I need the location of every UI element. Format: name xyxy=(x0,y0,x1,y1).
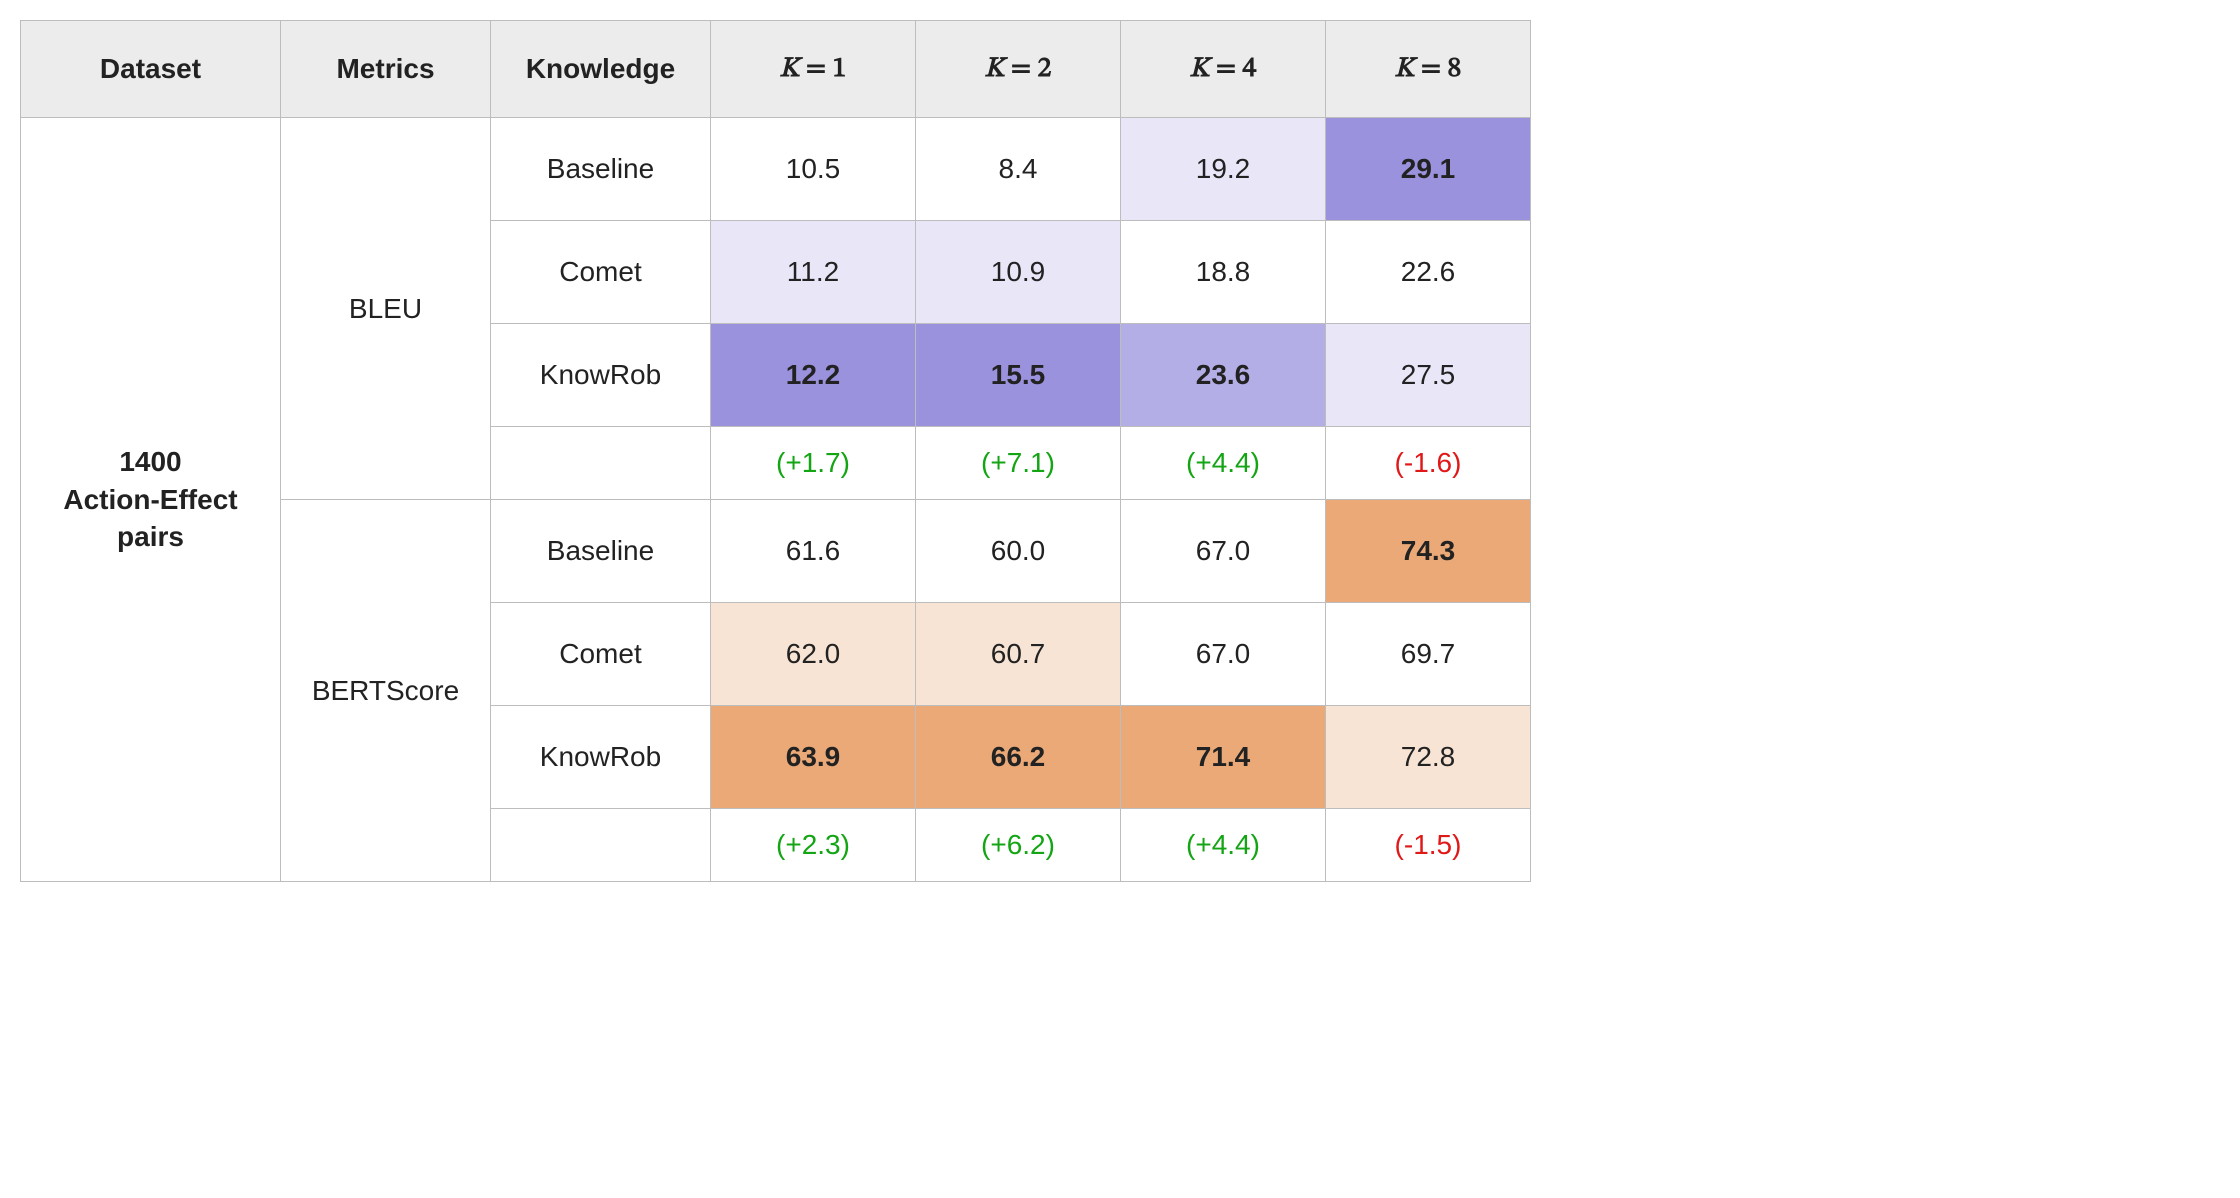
bert-delta-empty-knowledge xyxy=(491,809,711,882)
bleu-comet-k2: 10.9 xyxy=(916,221,1121,324)
col-dataset: Dataset xyxy=(21,21,281,118)
knowledge-comet: Comet xyxy=(491,603,711,706)
bert-delta-k4: (+4.4) xyxy=(1121,809,1326,882)
bert-comet-k1: 62.0 xyxy=(711,603,916,706)
bleu-knowrob-k2: 15.5 xyxy=(916,324,1121,427)
dataset-line2: Action-Effect xyxy=(63,484,237,515)
knowledge-knowrob: KnowRob xyxy=(491,706,711,809)
dataset-line1: 1400 xyxy=(119,446,181,477)
bert-knowrob-k1: 63.9 xyxy=(711,706,916,809)
bleu-delta-k2: (+7.1) xyxy=(916,427,1121,500)
col-k4: K = 4 xyxy=(1121,21,1326,118)
bleu-knowrob-k4: 23.6 xyxy=(1121,324,1326,427)
bleu-baseline-k1: 10.5 xyxy=(711,118,916,221)
bert-knowrob-k4: 71.4 xyxy=(1121,706,1326,809)
metric-bleu: BLEU xyxy=(281,118,491,500)
knowledge-baseline: Baseline xyxy=(491,118,711,221)
col-metrics: Metrics xyxy=(281,21,491,118)
bleu-knowrob-k1: 12.2 xyxy=(711,324,916,427)
bert-delta-k2: (+6.2) xyxy=(916,809,1121,882)
col-k8: K = 8 xyxy=(1326,21,1531,118)
knowledge-baseline: Baseline xyxy=(491,500,711,603)
bleu-delta-k8: (-1.6) xyxy=(1326,427,1531,500)
bleu-baseline-k2: 8.4 xyxy=(916,118,1121,221)
bert-knowrob-k8: 72.8 xyxy=(1326,706,1531,809)
table-header: Dataset Metrics Knowledge K = 1 K = 2 K … xyxy=(21,21,1531,118)
bleu-comet-k4: 18.8 xyxy=(1121,221,1326,324)
bleu-knowrob-k8: 27.5 xyxy=(1326,324,1531,427)
col-k1: K = 1 xyxy=(711,21,916,118)
bert-baseline-k4: 67.0 xyxy=(1121,500,1326,603)
bert-baseline-k1: 61.6 xyxy=(711,500,916,603)
bleu-comet-k1: 11.2 xyxy=(711,221,916,324)
col-k2: K = 2 xyxy=(916,21,1121,118)
metric-bertscore: BERTScore xyxy=(281,500,491,882)
bert-baseline-k8: 74.3 xyxy=(1326,500,1531,603)
table-row: 1400 Action-Effect pairs BLEU Baseline 1… xyxy=(21,118,1531,221)
bleu-delta-k1: (+1.7) xyxy=(711,427,916,500)
bert-delta-k8: (-1.5) xyxy=(1326,809,1531,882)
bleu-delta-k4: (+4.4) xyxy=(1121,427,1326,500)
results-table: Dataset Metrics Knowledge K = 1 K = 2 K … xyxy=(20,20,1531,882)
dataset-line3: pairs xyxy=(117,521,184,552)
bert-comet-k8: 69.7 xyxy=(1326,603,1531,706)
bleu-comet-k8: 22.6 xyxy=(1326,221,1531,324)
col-knowledge: Knowledge xyxy=(491,21,711,118)
bert-comet-k4: 67.0 xyxy=(1121,603,1326,706)
knowledge-comet: Comet xyxy=(491,221,711,324)
bert-delta-k1: (+2.3) xyxy=(711,809,916,882)
bleu-baseline-k8: 29.1 xyxy=(1326,118,1531,221)
bleu-baseline-k4: 19.2 xyxy=(1121,118,1326,221)
dataset-cell: 1400 Action-Effect pairs xyxy=(21,118,281,882)
bleu-delta-empty-knowledge xyxy=(491,427,711,500)
knowledge-knowrob: KnowRob xyxy=(491,324,711,427)
bert-comet-k2: 60.7 xyxy=(916,603,1121,706)
bert-baseline-k2: 60.0 xyxy=(916,500,1121,603)
bert-knowrob-k2: 66.2 xyxy=(916,706,1121,809)
